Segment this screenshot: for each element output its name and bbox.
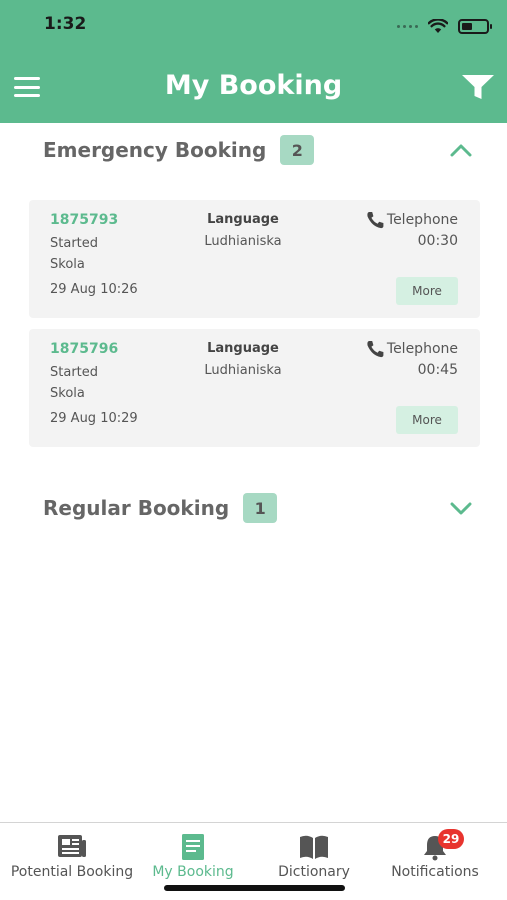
- wifi-icon: [428, 18, 448, 33]
- booking-place: Skola: [50, 257, 85, 272]
- booking-card[interactable]: 1875793 Started Skola 29 Aug 10:26 Langu…: [29, 200, 480, 318]
- count-badge: 1: [243, 493, 278, 523]
- chevron-up-icon[interactable]: [449, 140, 473, 160]
- booking-card[interactable]: 1875796 Started Skola 29 Aug 10:29 Langu…: [29, 329, 480, 447]
- status-time: 1:32: [44, 14, 87, 34]
- book-icon: [300, 835, 328, 859]
- booking-language: Ludhianiska: [204, 234, 282, 249]
- emergency-booking-header[interactable]: Emergency Booking 2: [43, 133, 477, 167]
- phone-icon: [367, 212, 384, 229]
- booking-id[interactable]: 1875796: [50, 341, 118, 357]
- more-button[interactable]: More: [396, 406, 458, 434]
- booking-language: Ludhianiska: [204, 363, 282, 378]
- regular-booking-header[interactable]: Regular Booking 1: [43, 491, 477, 525]
- chevron-down-icon[interactable]: [449, 498, 473, 518]
- count-badge: 2: [280, 135, 315, 165]
- booking-type-label: Telephone: [386, 341, 458, 357]
- more-button[interactable]: More: [396, 277, 458, 305]
- tab-dictionary[interactable]: Dictionary: [266, 823, 362, 883]
- notification-count-badge: 29: [438, 829, 464, 849]
- tab-potential-booking[interactable]: Potential Booking: [0, 823, 144, 883]
- filter-icon[interactable]: [461, 74, 495, 100]
- home-indicator[interactable]: [164, 885, 345, 891]
- tab-label: Potential Booking: [10, 864, 134, 880]
- status-icons: [397, 16, 492, 36]
- booking-duration: 00:30: [417, 233, 458, 249]
- app-header: 1:32 My Booking: [0, 0, 507, 123]
- signal-icon: [397, 24, 418, 28]
- section-title: Emergency Booking: [43, 138, 267, 162]
- tab-label: My Booking: [152, 864, 234, 880]
- booking-place: Skola: [50, 386, 85, 401]
- document-icon: [182, 834, 204, 860]
- tab-notifications[interactable]: 29 Notifications: [380, 823, 490, 883]
- booking-datetime: 29 Aug 10:29: [50, 411, 138, 426]
- page-title: My Booking: [164, 70, 343, 101]
- phone-icon: [367, 341, 384, 358]
- language-label: Language: [207, 341, 279, 356]
- booking-type-label: Telephone: [386, 212, 458, 228]
- newspaper-icon: [58, 835, 86, 857]
- booking-type: Telephone: [365, 211, 458, 229]
- section-title: Regular Booking: [43, 496, 230, 520]
- booking-type: Telephone: [365, 340, 458, 358]
- tab-label: Dictionary: [278, 864, 350, 880]
- booking-datetime: 29 Aug 10:26: [50, 282, 138, 297]
- battery-icon: [458, 18, 492, 34]
- booking-status: Started: [50, 236, 99, 251]
- booking-duration: 00:45: [417, 362, 458, 378]
- language-label: Language: [207, 212, 279, 227]
- booking-status: Started: [50, 365, 99, 380]
- tab-label: Notifications: [391, 864, 479, 880]
- tab-my-booking[interactable]: My Booking: [144, 823, 242, 883]
- booking-id[interactable]: 1875793: [50, 212, 118, 228]
